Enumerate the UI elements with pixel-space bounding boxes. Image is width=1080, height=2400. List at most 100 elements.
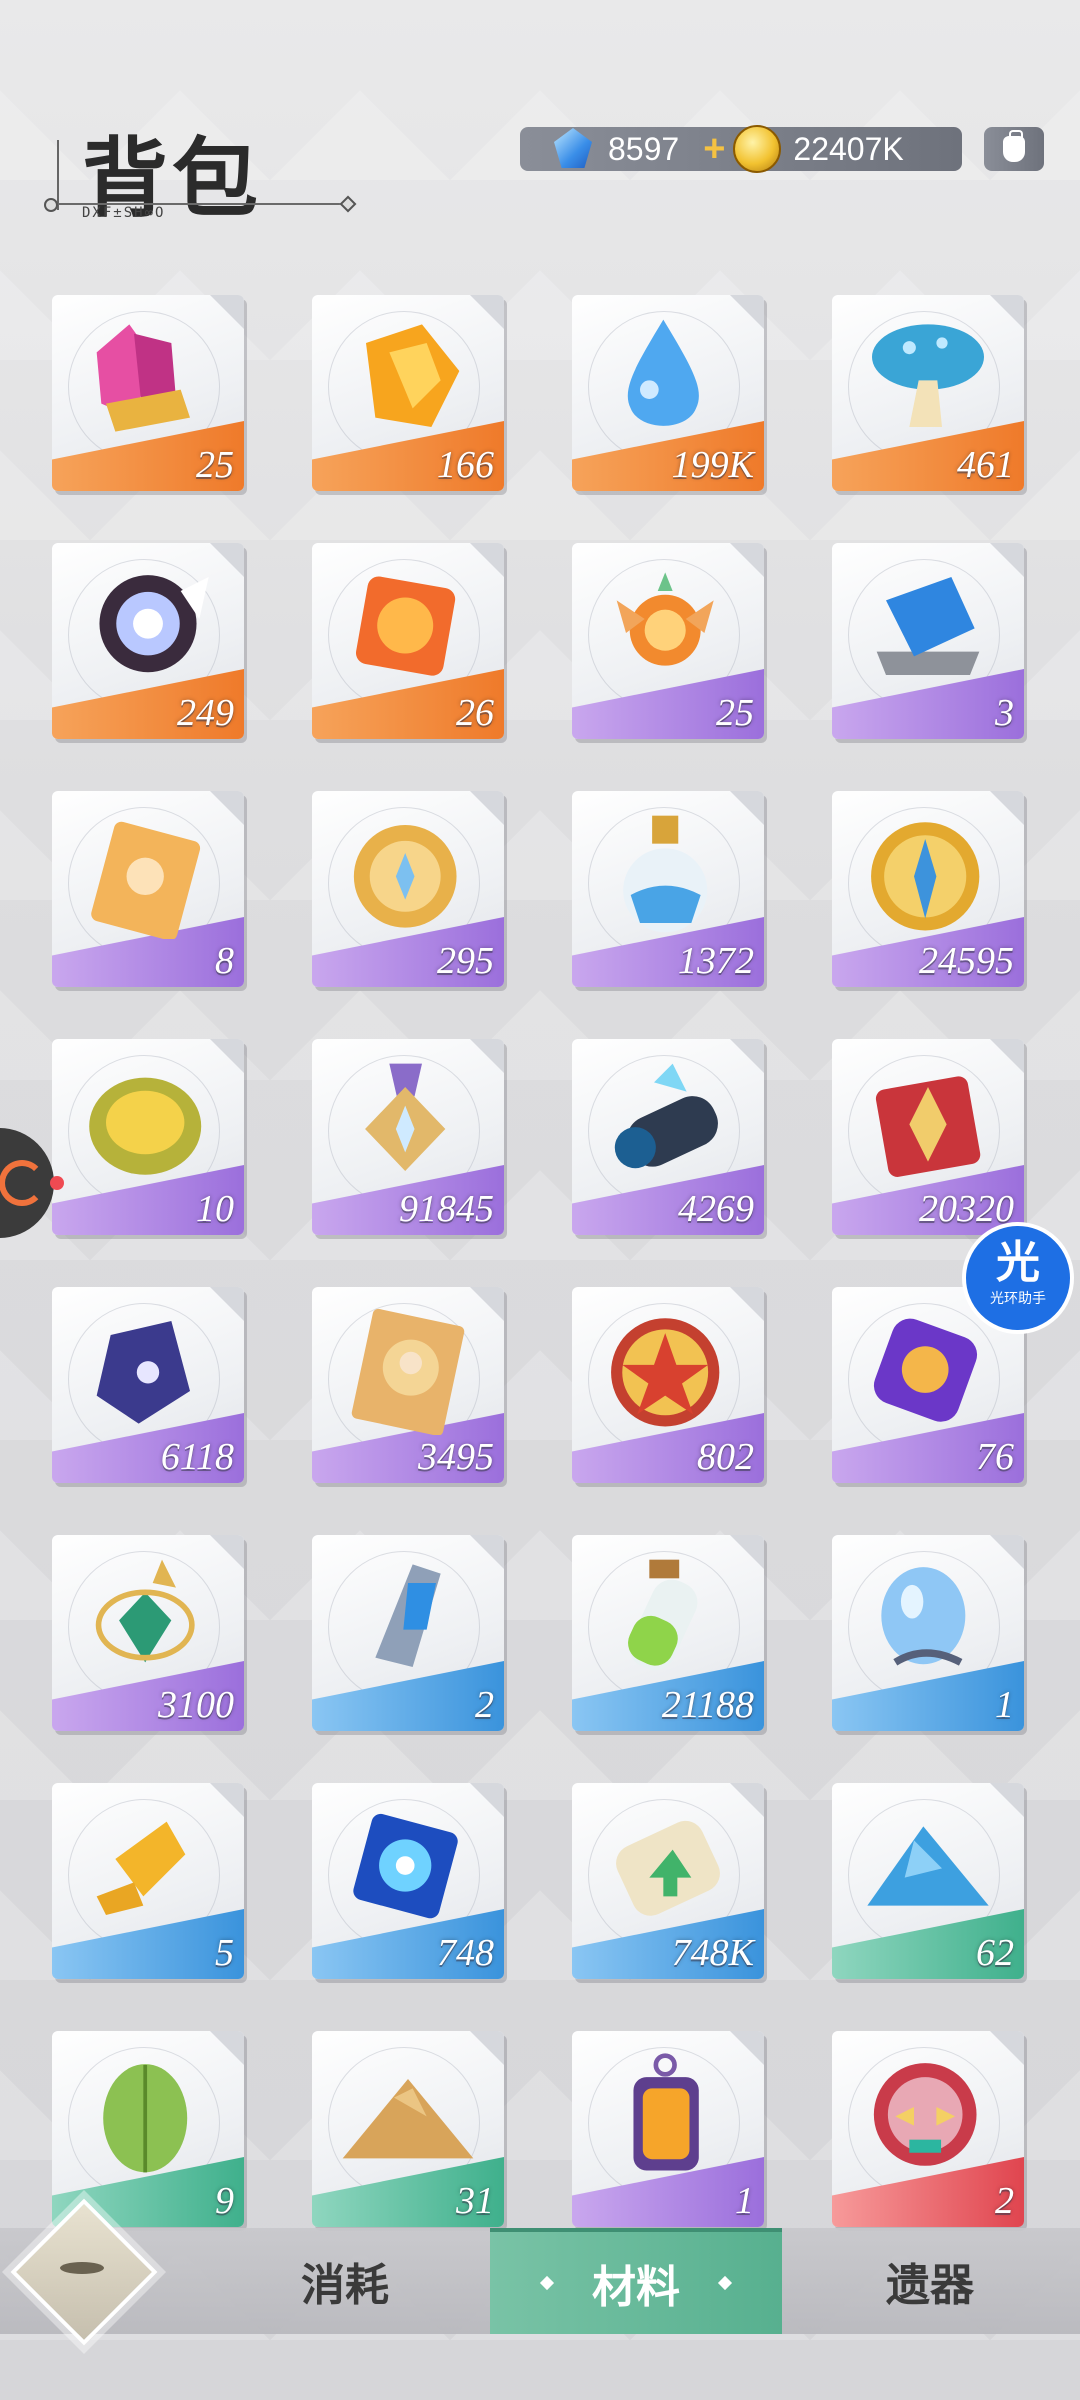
inventory-item-blue-potion[interactable]: 1372 bbox=[572, 791, 768, 991]
inventory-item-blue-mushroom[interactable]: 461 bbox=[832, 295, 1028, 495]
item-card: 21188 bbox=[572, 1535, 764, 1731]
inventory-item-wood-log[interactable]: 4269 bbox=[572, 1039, 768, 1239]
inventory-item-durian[interactable]: 10 bbox=[52, 1039, 248, 1239]
coin-count: 22407K bbox=[793, 130, 904, 167]
item-card: 461 bbox=[832, 295, 1024, 491]
inventory-item-blue-sand[interactable]: 62 bbox=[832, 1783, 1028, 1983]
item-count: 802 bbox=[697, 1436, 754, 1478]
inventory-item-gold-ticket[interactable]: 8 bbox=[52, 791, 248, 991]
item-card: 3495 bbox=[312, 1287, 504, 1483]
blue-potion-icon bbox=[623, 815, 708, 933]
inventory-item-phoenix-orb[interactable]: 25 bbox=[572, 543, 768, 743]
wood-log-icon bbox=[614, 1063, 718, 1169]
inventory-item-gold-nugget[interactable]: 5 bbox=[52, 1783, 248, 1983]
item-card: 25 bbox=[52, 295, 244, 491]
currency-bar[interactable]: 8597 + 22407K bbox=[520, 125, 962, 173]
inventory-item-star-coin[interactable]: 802 bbox=[572, 1287, 768, 1487]
inventory-item-fire-crystal[interactable]: 26 bbox=[312, 543, 508, 743]
title-decoration bbox=[57, 140, 59, 210]
water-drop-icon bbox=[627, 319, 699, 426]
item-card: 24595 bbox=[832, 791, 1024, 987]
dark-orb-icon bbox=[99, 575, 209, 673]
sand-pile-icon bbox=[342, 2079, 474, 2159]
fire-crystal-icon bbox=[355, 576, 456, 676]
item-card: 10 bbox=[52, 1039, 244, 1235]
item-card: 20320 bbox=[832, 1039, 1024, 1235]
item-card: 25 bbox=[572, 543, 764, 739]
item-card: 748 bbox=[312, 1783, 504, 1979]
inventory-item-lantern[interactable]: 1 bbox=[572, 2031, 768, 2231]
tab-consume[interactable]: 消耗 bbox=[240, 2228, 450, 2334]
inventory-item-blue-star-gem[interactable]: 748 bbox=[312, 1783, 508, 1983]
item-card: 4269 bbox=[572, 1039, 764, 1235]
inventory-item-water-drop[interactable]: 199K bbox=[572, 295, 768, 495]
diamond-count: 8597 bbox=[608, 130, 680, 167]
inventory-item-blue-chunk[interactable]: 2 bbox=[312, 1535, 508, 1735]
menu-emblem-button[interactable] bbox=[10, 2198, 158, 2346]
item-card: 62 bbox=[832, 1783, 1024, 1979]
item-count: 25 bbox=[716, 692, 754, 734]
item-count: 6118 bbox=[160, 1436, 234, 1478]
hero-card-icon bbox=[351, 1308, 465, 1435]
gold-ticket-icon bbox=[91, 821, 201, 939]
inventory-item-green-vial[interactable]: 21188 bbox=[572, 1535, 768, 1735]
lantern-icon bbox=[633, 2053, 699, 2171]
blue-chunk-icon bbox=[375, 1564, 441, 1667]
item-card: 199K bbox=[572, 295, 764, 491]
tab-material[interactable]: 材料 bbox=[490, 2228, 782, 2334]
item-count: 3 bbox=[995, 692, 1014, 734]
item-card: 91845 bbox=[312, 1039, 504, 1235]
item-count: 1372 bbox=[678, 940, 754, 982]
inventory-item-red-box[interactable]: 20320 bbox=[832, 1039, 1028, 1239]
item-card: 5 bbox=[52, 1783, 244, 1979]
item-count: 295 bbox=[437, 940, 494, 982]
purple-relic-icon bbox=[873, 1318, 978, 1422]
inventory-item-void-stone[interactable]: 6118 bbox=[52, 1287, 248, 1487]
crystal-pink-icon bbox=[96, 324, 190, 432]
item-count: 166 bbox=[437, 444, 494, 486]
emerald-charm-icon bbox=[95, 1559, 195, 1663]
item-count: 748K bbox=[671, 1932, 754, 1974]
inventory-item-bubble-fruit[interactable]: 1 bbox=[832, 1535, 1028, 1735]
inventory-item-star-medal[interactable]: 91845 bbox=[312, 1039, 508, 1239]
inventory-item-sand-pile[interactable]: 31 bbox=[312, 2031, 508, 2231]
durian-icon bbox=[89, 1077, 202, 1175]
item-count: 21188 bbox=[661, 1684, 754, 1726]
swirl-icon bbox=[0, 1160, 45, 1206]
item-card: 3 bbox=[832, 543, 1024, 739]
inventory-item-sword-coin[interactable]: 24595 bbox=[832, 791, 1028, 991]
star-medal-icon bbox=[365, 1063, 446, 1171]
eye-emblem-icon bbox=[60, 2262, 104, 2274]
tab-relic[interactable]: 遗器 bbox=[820, 2228, 1040, 2334]
inventory-item-scroll[interactable]: 748K bbox=[572, 1783, 768, 1983]
green-seed-icon bbox=[103, 2064, 188, 2173]
inventory-item-hero-card[interactable]: 3495 bbox=[312, 1287, 508, 1487]
item-count: 2 bbox=[475, 1684, 494, 1726]
item-count: 2 bbox=[995, 2180, 1014, 2222]
money-bag-button[interactable] bbox=[984, 127, 1044, 171]
demon-mask-icon bbox=[873, 2063, 977, 2166]
item-card: 802 bbox=[572, 1287, 764, 1483]
assistant-label: 光环助手 bbox=[990, 1291, 1046, 1307]
amber-shard-icon bbox=[366, 324, 460, 427]
inventory-item-emerald-charm[interactable]: 3100 bbox=[52, 1535, 248, 1735]
item-count: 1 bbox=[995, 1684, 1014, 1726]
item-count: 26 bbox=[456, 692, 494, 734]
diamond-marker-icon bbox=[717, 2275, 733, 2291]
item-count: 3495 bbox=[418, 1436, 494, 1478]
item-card: 26 bbox=[312, 543, 504, 739]
inventory-item-demon-mask[interactable]: 2 bbox=[832, 2031, 1028, 2231]
item-count: 8 bbox=[215, 940, 234, 982]
item-count: 25 bbox=[196, 444, 234, 486]
inventory-item-crystal-pink[interactable]: 25 bbox=[52, 295, 248, 495]
add-currency-button[interactable]: + bbox=[703, 128, 725, 171]
inventory-item-gold-medal-coin[interactable]: 295 bbox=[312, 791, 508, 991]
blue-star-gem-icon bbox=[353, 1813, 458, 1919]
bubble-fruit-icon bbox=[881, 1567, 966, 1666]
inventory-item-dark-orb[interactable]: 249 bbox=[52, 543, 248, 743]
assistant-button[interactable]: 光 光环助手 bbox=[962, 1222, 1074, 1334]
inventory-item-amber-shard[interactable]: 166 bbox=[312, 295, 508, 495]
item-count: 748 bbox=[437, 1932, 494, 1974]
item-count: 91845 bbox=[399, 1188, 494, 1230]
inventory-item-blue-ore[interactable]: 3 bbox=[832, 543, 1028, 743]
